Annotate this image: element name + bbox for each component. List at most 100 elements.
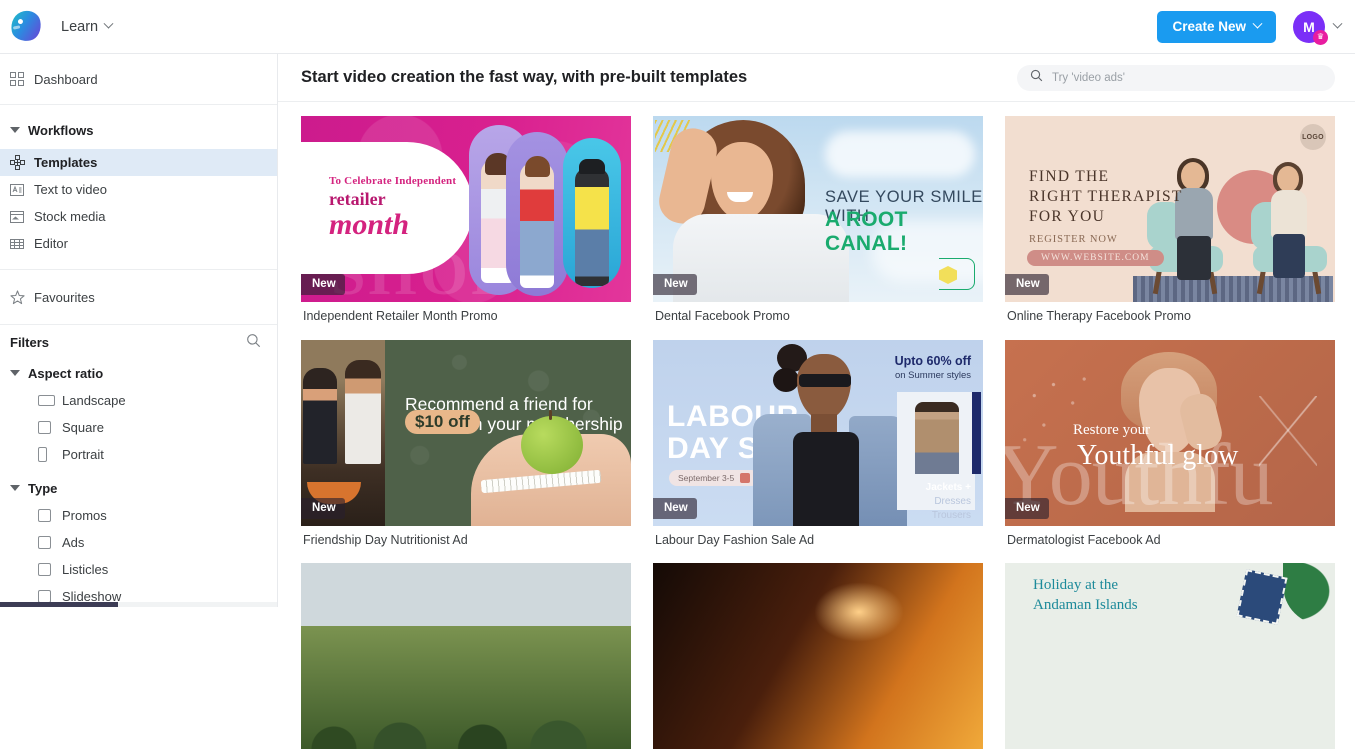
- template-caption: Independent Retailer Month Promo: [303, 309, 498, 323]
- stamp-decoration: [1236, 569, 1288, 625]
- filter-option-square[interactable]: Square: [0, 414, 277, 441]
- filter-option-ads-label: Ads: [62, 535, 85, 550]
- chevron-down-icon[interactable]: [1332, 18, 1343, 29]
- filter-group-aspect-ratio[interactable]: Aspect ratio: [0, 359, 277, 387]
- template-card-online-therapy[interactable]: LOGO FIND THE RIGHT THERAPIST FOR YOU RE…: [1005, 116, 1335, 333]
- logo-placeholder: LOGO: [1300, 124, 1326, 150]
- create-new-button[interactable]: Create New: [1157, 10, 1276, 43]
- category-label: Trousers: [931, 509, 971, 521]
- sidebar-section-filters: Filters Aspect ratio Landscape Square Po…: [0, 325, 277, 607]
- template-line-2: retailer: [329, 188, 386, 209]
- checkbox-ads[interactable]: [38, 536, 51, 549]
- avatar[interactable]: M ♛: [1293, 10, 1328, 45]
- template-thumbnail[interactable]: LABOUR DAY SALE September 3-5 Upto 60% o…: [653, 339, 983, 526]
- template-thumbnail[interactable]: [301, 563, 631, 749]
- person-illustration: [1171, 158, 1217, 280]
- filter-option-landscape[interactable]: Landscape: [0, 387, 277, 414]
- sidebar-item-templates[interactable]: Templates: [0, 149, 277, 176]
- crown-icon: ♛: [1313, 29, 1328, 45]
- template-card-labour-day[interactable]: LABOUR DAY SALE September 3-5 Upto 60% o…: [653, 339, 983, 557]
- search-icon[interactable]: [246, 333, 261, 351]
- template-line-2: Andaman Islands: [1033, 597, 1138, 614]
- filters-label: Filters: [10, 334, 50, 350]
- main-content: Start video creation the fast way, with …: [278, 54, 1355, 749]
- filter-group-type[interactable]: Type: [0, 474, 277, 502]
- template-thumbnail[interactable]: LOGO FIND THE RIGHT THERAPIST FOR YOU RE…: [1005, 116, 1335, 302]
- template-thumbnail[interactable]: SAVE YOUR SMILE WITH A ROOT CANAL! New: [653, 116, 983, 302]
- template-thumbnail[interactable]: Holiday at the Andaman Islands: [1005, 563, 1335, 749]
- template-url: WWW.WEBSITE.COM: [1027, 250, 1164, 266]
- template-caption: Dental Facebook Promo: [655, 309, 790, 323]
- sidebar-item-text-to-video[interactable]: Text to video: [0, 176, 277, 203]
- template-card-friendship-nutritionist[interactable]: Recommend a friend for $10 off on your m…: [301, 339, 631, 557]
- template-card-dental[interactable]: SAVE YOUR SMILE WITH A ROOT CANAL! New D…: [653, 116, 983, 333]
- template-card-independent-retailer[interactable]: SHOP To Celebrate Independent retailer m…: [301, 116, 631, 333]
- template-heading: Holiday at the Andaman Islands: [1033, 575, 1138, 616]
- sidebar-item-favourites[interactable]: Favourites: [0, 282, 277, 312]
- checkbox-square[interactable]: [38, 421, 51, 434]
- sidebar-item-dashboard-label: Dashboard: [34, 71, 98, 87]
- template-line-2: Youthful glow: [1077, 439, 1239, 471]
- template-caption: Dermatologist Facebook Ad: [1007, 532, 1161, 547]
- template-line-1: Holiday at the: [1033, 577, 1118, 593]
- template-card-dermatologist[interactable]: Youthfu Restore your Youthful glow New D…: [1005, 339, 1335, 557]
- sidebar-section-workflows: Workflows Templates Text to video Stock …: [0, 105, 277, 270]
- sidebar-item-stock-media[interactable]: Stock media: [0, 203, 277, 230]
- status-badge-new: New: [653, 274, 697, 295]
- photo-pill-2: [506, 132, 568, 296]
- filter-option-promos[interactable]: Promos: [0, 502, 277, 529]
- grid-squares-icon: [10, 72, 34, 86]
- sidebar-group-workflows-label: Workflows: [28, 122, 94, 138]
- template-card-row3-1[interactable]: [301, 563, 631, 749]
- sidebar-section-dashboard: Dashboard: [0, 54, 277, 105]
- offer-subtitle: on Summer styles: [894, 369, 971, 381]
- sidebar-horizontal-scrollbar[interactable]: [0, 602, 277, 607]
- category-label: Dresses: [934, 495, 971, 507]
- sidebar-item-editor[interactable]: Editor: [0, 230, 277, 257]
- search-input-wrapper[interactable]: [1017, 64, 1335, 91]
- template-card-row3-2[interactable]: [653, 563, 983, 749]
- filter-option-portrait[interactable]: Portrait: [0, 441, 277, 468]
- template-line-2: A ROOT CANAL!: [825, 208, 908, 255]
- status-badge-new: New: [301, 497, 345, 519]
- offer-title: Upto 60% off: [894, 353, 971, 368]
- templates-icon: [10, 155, 34, 170]
- template-thumbnail[interactable]: [653, 563, 983, 749]
- sidebar-section-favourites: Favourites: [0, 270, 277, 325]
- template-card-row3-3[interactable]: Holiday at the Andaman Islands: [1005, 563, 1335, 749]
- templates-grid: SHOP To Celebrate Independent retailer m…: [278, 102, 1355, 749]
- template-caption: Friendship Day Nutritionist Ad: [303, 532, 468, 547]
- status-badge-new: New: [301, 274, 345, 295]
- editor-icon: [10, 237, 34, 251]
- sidebar-group-workflows[interactable]: Workflows: [0, 117, 277, 143]
- top-bar: Learn Create New M ♛: [0, 0, 1355, 54]
- learn-menu[interactable]: Learn: [61, 18, 114, 35]
- template-thumbnail[interactable]: SHOP To Celebrate Independent retailer m…: [301, 116, 631, 302]
- learn-menu-label: Learn: [61, 18, 99, 35]
- filter-option-promos-label: Promos: [62, 508, 107, 523]
- checkbox-portrait[interactable]: [38, 447, 47, 462]
- template-thumbnail[interactable]: Recommend a friend for $10 off on your m…: [301, 339, 631, 526]
- checkbox-landscape[interactable]: [38, 395, 55, 406]
- checkbox-listicles[interactable]: [38, 563, 51, 576]
- model-photo: [749, 340, 907, 526]
- main-header: Start video creation the fast way, with …: [278, 54, 1355, 102]
- status-badge-new: New: [1005, 274, 1049, 295]
- search-input[interactable]: [1052, 71, 1322, 84]
- checkbox-promos[interactable]: [38, 509, 51, 522]
- filter-option-square-label: Square: [62, 420, 104, 435]
- price-highlight: $10 off: [405, 409, 480, 434]
- sidebar-item-dashboard[interactable]: Dashboard: [0, 64, 277, 94]
- filter-option-listicles[interactable]: Listicles: [0, 556, 277, 583]
- template-caption: Labour Day Fashion Sale Ad: [655, 532, 815, 547]
- page-title: Start video creation the fast way, with …: [301, 68, 748, 86]
- star-icon: [10, 289, 34, 305]
- filter-group-type-label: Type: [28, 480, 58, 496]
- app-logo[interactable]: [8, 7, 44, 44]
- filter-option-ads[interactable]: Ads: [0, 529, 277, 556]
- template-thumbnail[interactable]: Youthfu Restore your Youthful glow New: [1005, 339, 1335, 526]
- template-caption: Online Therapy Facebook Promo: [1007, 309, 1191, 323]
- sidebar-item-templates-label: Templates: [34, 155, 98, 170]
- text-to-video-icon: [10, 183, 34, 197]
- filter-option-listicles-label: Listicles: [62, 562, 109, 577]
